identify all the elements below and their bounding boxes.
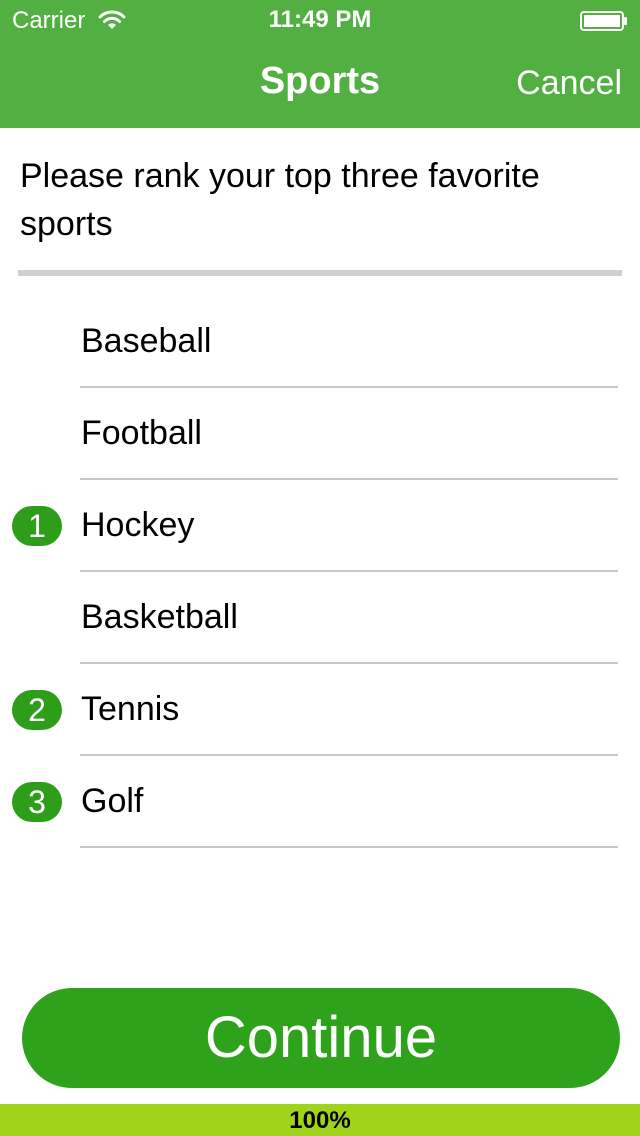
battery-icon <box>580 11 627 31</box>
option-row-golf[interactable]: 3 Golf <box>0 756 640 848</box>
ranking-options-list: Baseball Football 1 Hockey Basketball 2 … <box>0 296 640 848</box>
status-time: 11:49 PM <box>268 6 372 33</box>
question-divider <box>18 270 622 276</box>
cancel-button[interactable]: Cancel <box>516 62 622 104</box>
rank-badge: 3 <box>12 782 62 822</box>
option-row-baseball[interactable]: Baseball <box>0 296 640 388</box>
navigation-header: Carrier 11:49 PM Sports Cancel <box>0 0 640 128</box>
status-bar: Carrier 11:49 PM <box>0 0 640 40</box>
continue-button[interactable]: Continue <box>22 988 620 1088</box>
option-row-basketball[interactable]: Basketball <box>0 572 640 664</box>
progress-bar: 100% <box>0 1104 640 1136</box>
option-label: Football <box>81 414 202 452</box>
option-row-tennis[interactable]: 2 Tennis <box>0 664 640 756</box>
row-separator <box>80 846 618 848</box>
option-label: Tennis <box>81 690 180 728</box>
screen: Carrier 11:49 PM Sports Cancel Please ra… <box>0 0 640 1136</box>
rank-badge: 2 <box>12 690 62 730</box>
option-label: Basketball <box>81 598 238 636</box>
option-row-hockey[interactable]: 1 Hockey <box>0 480 640 572</box>
option-row-football[interactable]: Football <box>0 388 640 480</box>
rank-badge: 1 <box>12 506 62 546</box>
option-label: Baseball <box>81 322 212 360</box>
option-label: Golf <box>81 782 144 820</box>
question-prompt: Please rank your top three favorite spor… <box>20 157 540 243</box>
progress-label: 100% <box>289 1107 351 1134</box>
option-label: Hockey <box>81 506 195 544</box>
